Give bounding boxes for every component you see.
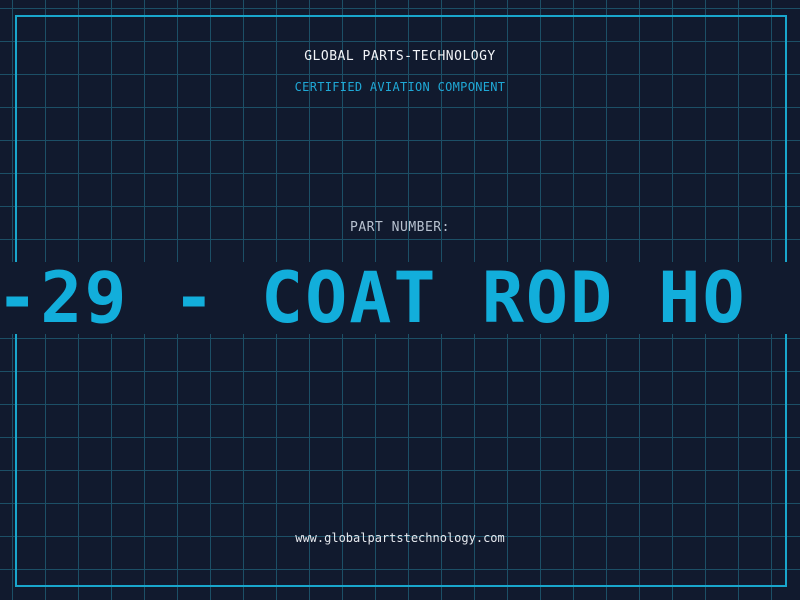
part-number-ticker: 9-29 - COAT ROD HO [0,262,800,334]
company-name: GLOBAL PARTS-TECHNOLOGY [304,49,496,64]
website-url: www.globalpartstechnology.com [295,531,505,545]
certification-subtitle: CERTIFIED AVIATION COMPONENT [294,80,506,94]
part-display-page: GLOBAL PARTS-TECHNOLOGY CERTIFIED AVIATI… [0,0,800,600]
part-number-label: PART NUMBER: [350,220,450,235]
part-number-value: 9-29 - COAT ROD HO [0,262,747,334]
